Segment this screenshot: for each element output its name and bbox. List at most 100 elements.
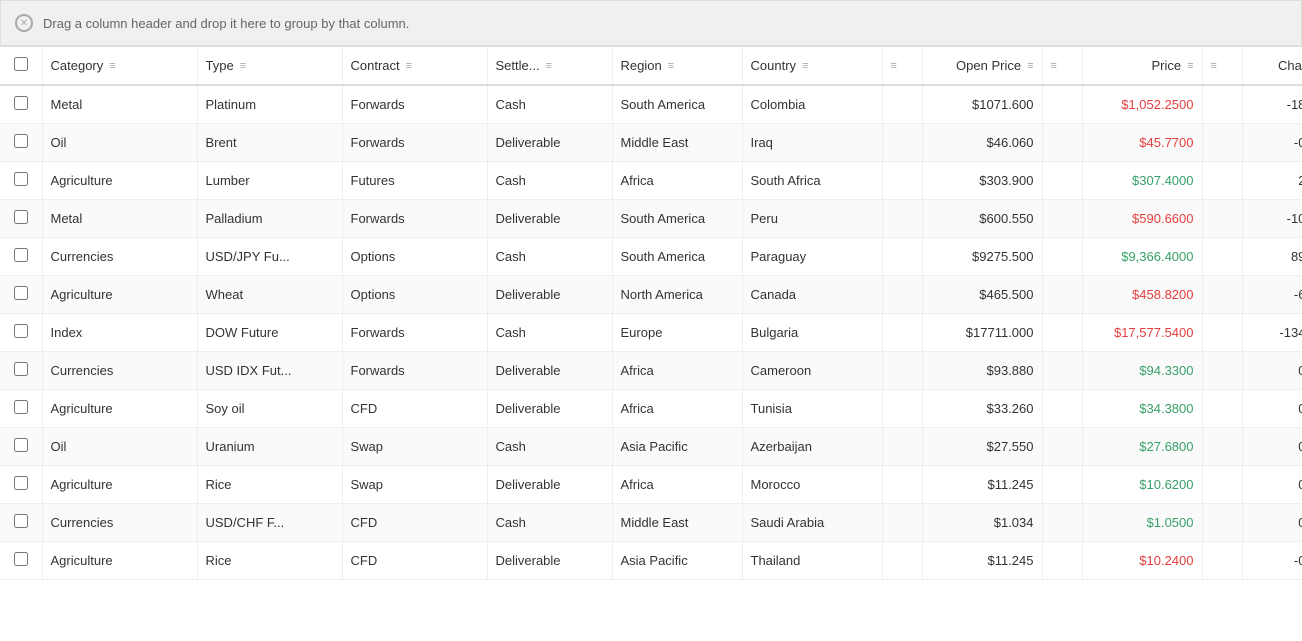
row-contract: Futures xyxy=(342,162,487,200)
row-country: Cameroon xyxy=(742,352,882,390)
row-contract: Swap xyxy=(342,466,487,504)
row-checkbox[interactable] xyxy=(14,324,28,338)
header-category[interactable]: Category ≡ xyxy=(42,47,197,86)
row-checkbox[interactable] xyxy=(14,286,28,300)
row-region: Asia Pacific xyxy=(612,428,742,466)
row-checkbox-cell[interactable] xyxy=(0,542,42,580)
row-category: Agriculture xyxy=(42,162,197,200)
row-country: Peru xyxy=(742,200,882,238)
header-openprice[interactable]: Open Price ≡ xyxy=(922,47,1042,86)
row-checkbox-cell[interactable] xyxy=(0,428,42,466)
row-blank2 xyxy=(1042,124,1082,162)
row-country: Colombia xyxy=(742,85,882,124)
row-category: Metal xyxy=(42,85,197,124)
header-type[interactable]: Type ≡ xyxy=(197,47,342,86)
row-blank xyxy=(882,352,922,390)
select-all-checkbox[interactable] xyxy=(14,57,28,71)
row-checkbox-cell[interactable] xyxy=(0,200,42,238)
row-type: Rice xyxy=(197,542,342,580)
row-checkbox-cell[interactable] xyxy=(0,466,42,504)
row-type: Brent xyxy=(197,124,342,162)
row-checkbox[interactable] xyxy=(14,134,28,148)
row-checkbox[interactable] xyxy=(14,552,28,566)
row-price: $10.2400 xyxy=(1082,542,1202,580)
row-category: Metal xyxy=(42,200,197,238)
row-checkbox[interactable] xyxy=(14,438,28,452)
filter-settle-icon[interactable]: ≡ xyxy=(546,60,552,72)
filter-blank-icon[interactable]: ≡ xyxy=(891,60,897,72)
filter-region-icon[interactable]: ≡ xyxy=(668,60,674,72)
row-checkbox[interactable] xyxy=(14,362,28,376)
row-blank2 xyxy=(1042,542,1082,580)
filter-openprice-icon[interactable]: ≡ xyxy=(1027,60,1033,72)
header-category-label: Category xyxy=(51,58,104,73)
header-settle[interactable]: Settle... ≡ xyxy=(487,47,612,86)
row-checkbox-cell[interactable] xyxy=(0,276,42,314)
row-checkbox[interactable] xyxy=(14,400,28,414)
filter-type-icon[interactable]: ≡ xyxy=(240,60,246,72)
row-settle: Deliverable xyxy=(487,466,612,504)
header-contract-label: Contract xyxy=(351,58,400,73)
filter-category-icon[interactable]: ≡ xyxy=(109,60,115,72)
row-type: Lumber xyxy=(197,162,342,200)
row-blank xyxy=(882,504,922,542)
filter-country-icon[interactable]: ≡ xyxy=(802,60,808,72)
filter-contract-icon[interactable]: ≡ xyxy=(406,60,412,72)
row-checkbox-cell[interactable] xyxy=(0,85,42,124)
header-blank2[interactable]: ≡ xyxy=(1042,47,1082,86)
row-type: DOW Future xyxy=(197,314,342,352)
row-contract: Forwards xyxy=(342,352,487,390)
header-contract[interactable]: Contract ≡ xyxy=(342,47,487,86)
header-blank[interactable]: ≡ xyxy=(882,47,922,86)
filter-blank3-icon[interactable]: ≡ xyxy=(1211,60,1217,72)
row-price: $10.6200 xyxy=(1082,466,1202,504)
row-region: South America xyxy=(612,200,742,238)
row-category: Agriculture xyxy=(42,276,197,314)
header-checkbox[interactable] xyxy=(0,47,42,86)
row-checkbox-cell[interactable] xyxy=(0,162,42,200)
row-change: 0.61 xyxy=(1242,390,1302,428)
header-region-label: Region xyxy=(621,58,662,73)
row-checkbox[interactable] xyxy=(14,248,28,262)
row-settle: Cash xyxy=(487,85,612,124)
row-checkbox[interactable] xyxy=(14,514,28,528)
row-category: Agriculture xyxy=(42,466,197,504)
row-checkbox[interactable] xyxy=(14,96,28,110)
row-checkbox[interactable] xyxy=(14,210,28,224)
row-checkbox[interactable] xyxy=(14,476,28,490)
row-contract: Forwards xyxy=(342,314,487,352)
header-change[interactable]: Change xyxy=(1242,47,1302,86)
filter-price-icon[interactable]: ≡ xyxy=(1187,60,1193,72)
row-checkbox-cell[interactable] xyxy=(0,238,42,276)
header-region[interactable]: Region ≡ xyxy=(612,47,742,86)
row-checkbox-cell[interactable] xyxy=(0,390,42,428)
row-region: North America xyxy=(612,276,742,314)
row-type: Platinum xyxy=(197,85,342,124)
header-country[interactable]: Country ≡ xyxy=(742,47,882,86)
row-country: Thailand xyxy=(742,542,882,580)
header-settle-label: Settle... xyxy=(496,58,540,73)
row-blank2 xyxy=(1042,162,1082,200)
row-checkbox-cell[interactable] xyxy=(0,504,42,542)
row-contract: Forwards xyxy=(342,85,487,124)
row-open-price: $93.880 xyxy=(922,352,1042,390)
row-blank2 xyxy=(1042,238,1082,276)
table-row: Agriculture Soy oil CFD Deliverable Afri… xyxy=(0,390,1302,428)
row-checkbox-cell[interactable] xyxy=(0,314,42,352)
row-country: Iraq xyxy=(742,124,882,162)
row-checkbox[interactable] xyxy=(14,172,28,186)
data-table: Category ≡ Type ≡ Contract ≡ xyxy=(0,46,1302,580)
row-region: Europe xyxy=(612,314,742,352)
header-price[interactable]: Price ≡ xyxy=(1082,47,1202,86)
row-contract: Options xyxy=(342,276,487,314)
header-blank3[interactable]: ≡ xyxy=(1202,47,1242,86)
filter-blank2-icon[interactable]: ≡ xyxy=(1051,60,1057,72)
row-blank xyxy=(882,466,922,504)
row-blank3 xyxy=(1202,390,1242,428)
table-row: Oil Brent Forwards Deliverable Middle Ea… xyxy=(0,124,1302,162)
row-checkbox-cell[interactable] xyxy=(0,352,42,390)
row-checkbox-cell[interactable] xyxy=(0,124,42,162)
row-blank3 xyxy=(1202,238,1242,276)
row-open-price: $1071.600 xyxy=(922,85,1042,124)
table-body: Metal Platinum Forwards Cash South Ameri… xyxy=(0,85,1302,580)
